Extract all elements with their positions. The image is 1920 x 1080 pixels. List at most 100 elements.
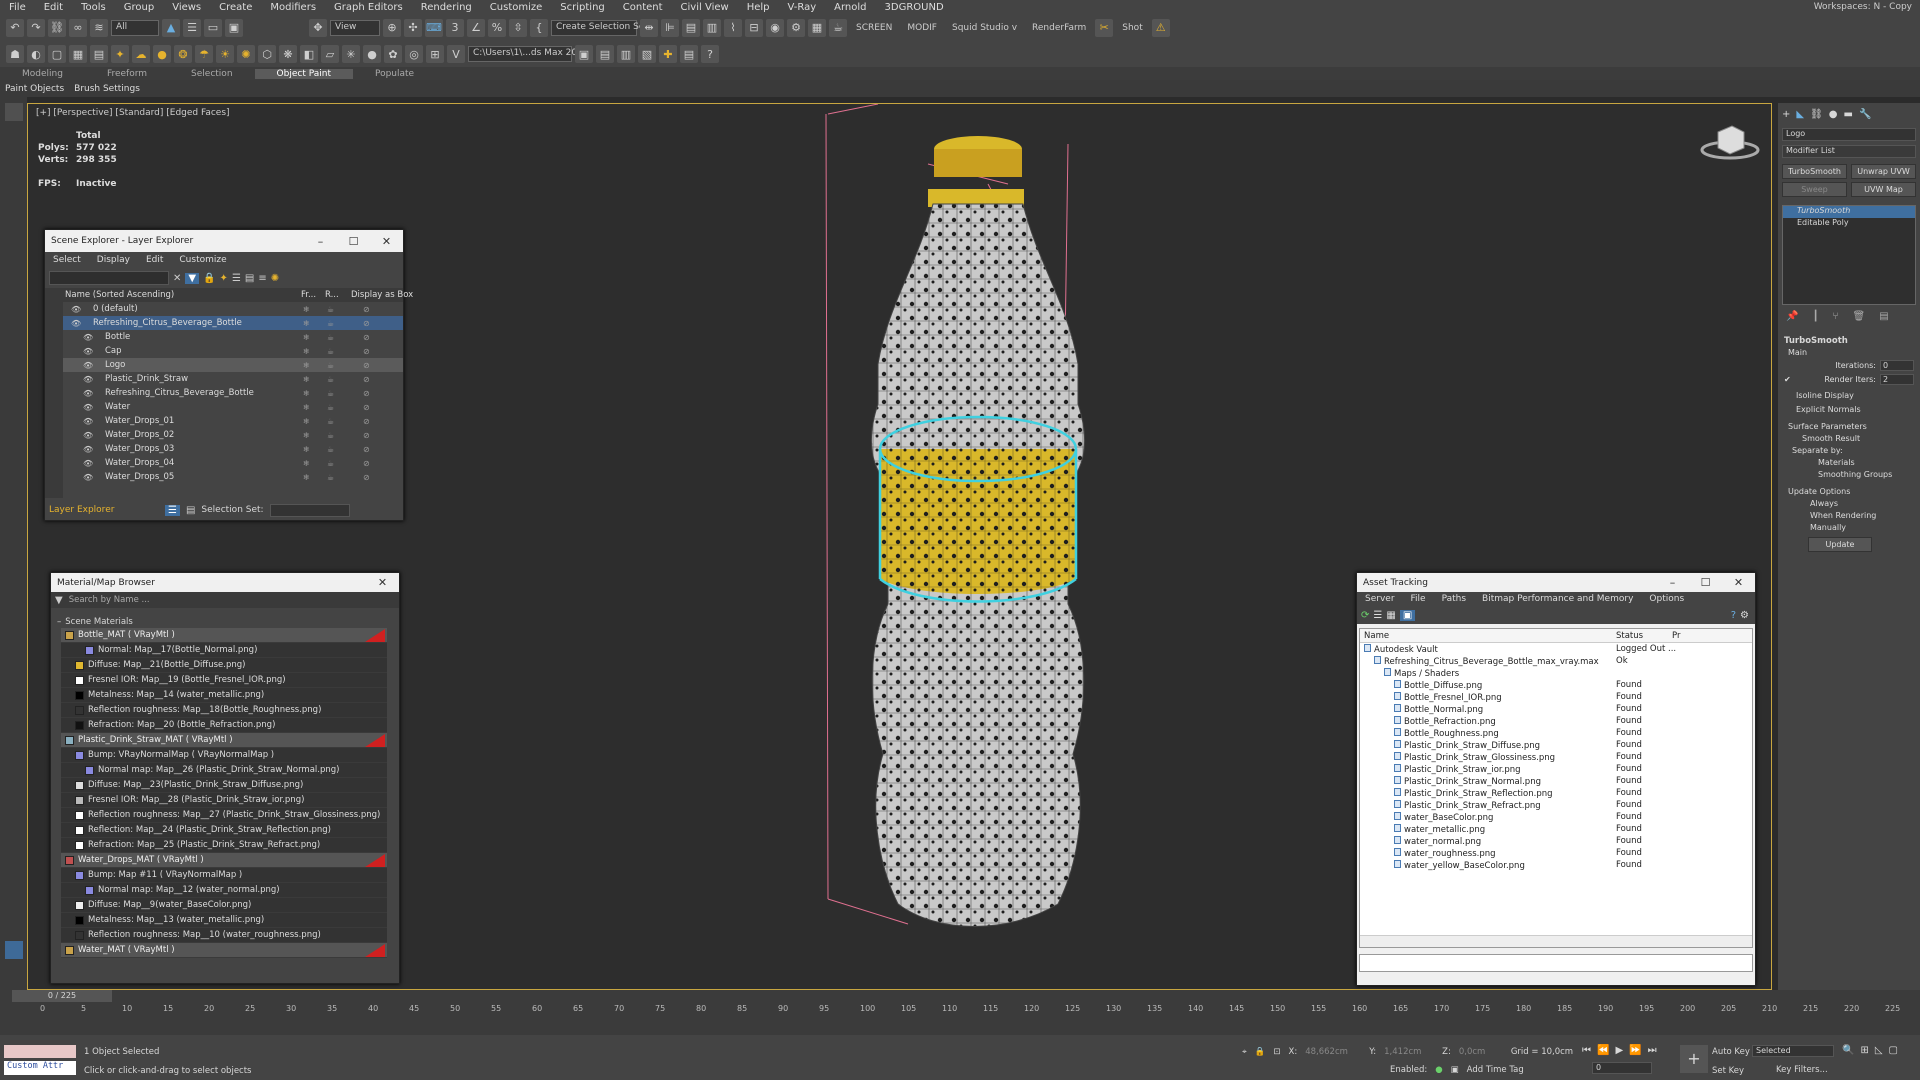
asset-row[interactable]: water_normal.png Found xyxy=(1360,835,1752,847)
freeze-icon[interactable]: ❄ xyxy=(303,375,310,384)
explicit-normals-checkbox[interactable]: Explicit Normals xyxy=(1796,405,1902,414)
menu-options[interactable]: Options xyxy=(1641,594,1692,604)
keyboard-shortcut-icon[interactable]: ⌨ xyxy=(425,18,443,37)
select-by-name-icon[interactable]: ☰ xyxy=(183,18,201,37)
render-icon[interactable]: ☕ xyxy=(327,431,334,440)
warning-icon[interactable]: ⚠ xyxy=(1151,18,1170,37)
asset-hscrollbar[interactable] xyxy=(1360,935,1752,947)
archive-icon[interactable]: ▥ xyxy=(617,45,635,63)
display-box-icon[interactable]: ⊘ xyxy=(363,361,370,370)
set-key-button[interactable]: Set Key xyxy=(1712,1066,1744,1076)
menu-help[interactable]: Help xyxy=(738,2,779,13)
z-coord-field[interactable]: 0,0cm xyxy=(1459,1047,1503,1057)
render-icon[interactable]: ☕ xyxy=(327,347,334,356)
zoom-icon[interactable]: 🔍 xyxy=(1842,1045,1854,1056)
col-freeze[interactable]: Fr... xyxy=(301,290,316,300)
y-coord-field[interactable]: 1,412cm xyxy=(1384,1047,1434,1057)
display-box-icon[interactable]: ⊘ xyxy=(363,319,370,328)
render-setup-icon[interactable]: ⚙ xyxy=(787,18,805,37)
close-icon[interactable]: ✕ xyxy=(1722,576,1755,589)
menu-paths[interactable]: Paths xyxy=(1434,594,1474,604)
asset-row[interactable]: Plastic_Drink_Straw_Refract.png Found xyxy=(1360,799,1752,811)
menu-views[interactable]: Views xyxy=(163,2,210,13)
sphere-icon[interactable]: ● xyxy=(363,45,381,63)
menu-scripting[interactable]: Scripting xyxy=(551,2,613,13)
teapot-icon[interactable]: ☗ xyxy=(6,45,24,63)
zoom-all-icon[interactable]: ⊞ xyxy=(1860,1045,1868,1056)
asset-row[interactable]: Bottle_Fresnel_IOR.png Found xyxy=(1360,691,1752,703)
layer-row[interactable]: 👁 Logo ❄ ☕ ⊘ xyxy=(63,358,403,372)
map-row[interactable]: Metalness: Map__14 (water_metallic.png) xyxy=(61,688,387,703)
lock-selection-icon[interactable]: 🔒 xyxy=(1255,1047,1266,1057)
ies-light-icon[interactable]: ❂ xyxy=(174,45,192,63)
named-selection-dropdown[interactable]: Create Selection Se xyxy=(551,19,644,36)
project-path-field[interactable]: C:\Users\1\...ds Max 202... xyxy=(468,46,591,62)
ribbon-tab-populate[interactable]: Populate xyxy=(353,69,436,79)
mirror-icon[interactable]: ⇹ xyxy=(640,18,658,37)
material-browser-titlebar[interactable]: Material/Map Browser ✕ xyxy=(51,573,399,592)
script-icon[interactable]: ▤ xyxy=(680,45,698,63)
toggle-ribbon-icon[interactable]: ▥ xyxy=(703,18,721,37)
freeze-icon[interactable]: ❄ xyxy=(303,431,310,440)
material-slots-icon[interactable]: ✿ xyxy=(384,45,402,63)
next-frame-icon[interactable]: ⏩ xyxy=(1629,1045,1641,1056)
visibility-eye-icon[interactable]: 👁 xyxy=(83,361,93,370)
bind-space-warp-icon[interactable]: ≋ xyxy=(90,18,108,37)
spinner-snap-icon[interactable]: ⇳ xyxy=(509,18,527,37)
map-row[interactable]: Reflection roughness: Map__10 (water_rou… xyxy=(61,928,387,943)
visibility-eye-icon[interactable]: 👁 xyxy=(83,417,93,426)
freeze-icon[interactable]: ❄ xyxy=(303,389,310,398)
render-icon[interactable]: ☕ xyxy=(327,333,334,342)
material-row[interactable]: Water_Drops_MAT ( VRayMtl ) xyxy=(61,853,387,868)
render-icon[interactable]: ☕ xyxy=(327,361,334,370)
dropdown-arrow-icon[interactable]: ▼ xyxy=(55,595,63,606)
make-unique-icon[interactable]: ⑂ xyxy=(1832,311,1838,322)
smooth-result-checkbox[interactable]: Smooth Result xyxy=(1802,434,1896,443)
layer-mode-icon[interactable]: ☰ xyxy=(165,504,180,516)
menu-customize[interactable]: Customize xyxy=(171,255,234,265)
asset-row[interactable]: Plastic_Drink_Straw_Normal.png Found xyxy=(1360,775,1752,787)
scene-materials-group[interactable]: – Scene Materials xyxy=(51,616,399,628)
screen-label[interactable]: SCREEN xyxy=(850,23,898,33)
layer-row[interactable]: 👁 Water ❄ ☕ ⊘ xyxy=(63,400,403,414)
sphere-tool-icon[interactable]: ◐ xyxy=(27,45,45,63)
asset-row[interactable]: Bottle_Roughness.png Found xyxy=(1360,727,1752,739)
plane-icon[interactable]: ▱ xyxy=(321,45,339,63)
sun-light-icon[interactable]: ● xyxy=(153,45,171,63)
menu-edit[interactable]: Edit xyxy=(138,255,171,265)
layer-row[interactable]: 👁 0 (default) ❄ ☕ ⊘ xyxy=(63,302,403,316)
modify-tab-icon[interactable]: ◣ xyxy=(1796,109,1804,120)
scissors-icon[interactable]: ✂ xyxy=(1095,18,1114,37)
perspective-viewport[interactable]: [+] [Perspective] [Standard] [Edged Face… xyxy=(27,103,1772,990)
display-box-icon[interactable]: ⊘ xyxy=(363,417,370,426)
select-manipulate-icon[interactable]: ✣ xyxy=(404,18,422,37)
scatter-icon[interactable]: ✳ xyxy=(342,45,360,63)
squid-label[interactable]: Squid Studio v xyxy=(946,23,1023,33)
auto-key-button[interactable]: Auto Key xyxy=(1712,1047,1750,1057)
shot-label[interactable]: Shot xyxy=(1116,23,1148,33)
render-icon[interactable]: ☕ xyxy=(327,445,334,454)
turbosmooth-rollout[interactable]: TurboSmooth xyxy=(1784,336,1914,346)
freeze-icon[interactable]: ❄ xyxy=(303,361,310,370)
hierarchy-tab-icon[interactable]: ⛓ xyxy=(1810,109,1823,120)
map-row[interactable]: Bump: Map #11 ( VRayNormalMap ) xyxy=(61,868,387,883)
menu-display[interactable]: Display xyxy=(89,255,138,265)
menu-modifiers[interactable]: Modifiers xyxy=(261,2,325,13)
vray-sun-icon[interactable]: ✺ xyxy=(237,45,255,63)
layer-row[interactable]: 👁 Refreshing_Citrus_Beverage_Bottle ❄ ☕ ⊘ xyxy=(63,386,403,400)
dock-icon[interactable] xyxy=(4,103,23,121)
fur-icon[interactable]: ❋ xyxy=(279,45,297,63)
bottle-model[interactable] xyxy=(768,104,1148,984)
visibility-eye-icon[interactable]: 👁 xyxy=(71,305,81,314)
ref-coord-dropdown[interactable]: View xyxy=(330,19,380,36)
map-row[interactable]: Normal map: Map__26 (Plastic_Drink_Straw… xyxy=(61,763,387,778)
map-row[interactable]: Diffuse: Map__9(water_BaseColor.png) xyxy=(61,898,387,913)
render-icon[interactable]: ☕ xyxy=(327,319,334,328)
freeze-icon[interactable]: ❄ xyxy=(303,403,310,412)
map-row[interactable]: Bump: VRayNormalMap ( VRayNormalMap ) xyxy=(61,748,387,763)
proxy-icon[interactable]: ⬡ xyxy=(258,45,276,63)
freeze-icon[interactable]: ❄ xyxy=(303,459,310,468)
maximize-icon[interactable]: ☐ xyxy=(1689,576,1722,589)
display-box-icon[interactable]: ⊘ xyxy=(363,333,370,342)
display-box-icon[interactable]: ⊘ xyxy=(363,305,370,314)
